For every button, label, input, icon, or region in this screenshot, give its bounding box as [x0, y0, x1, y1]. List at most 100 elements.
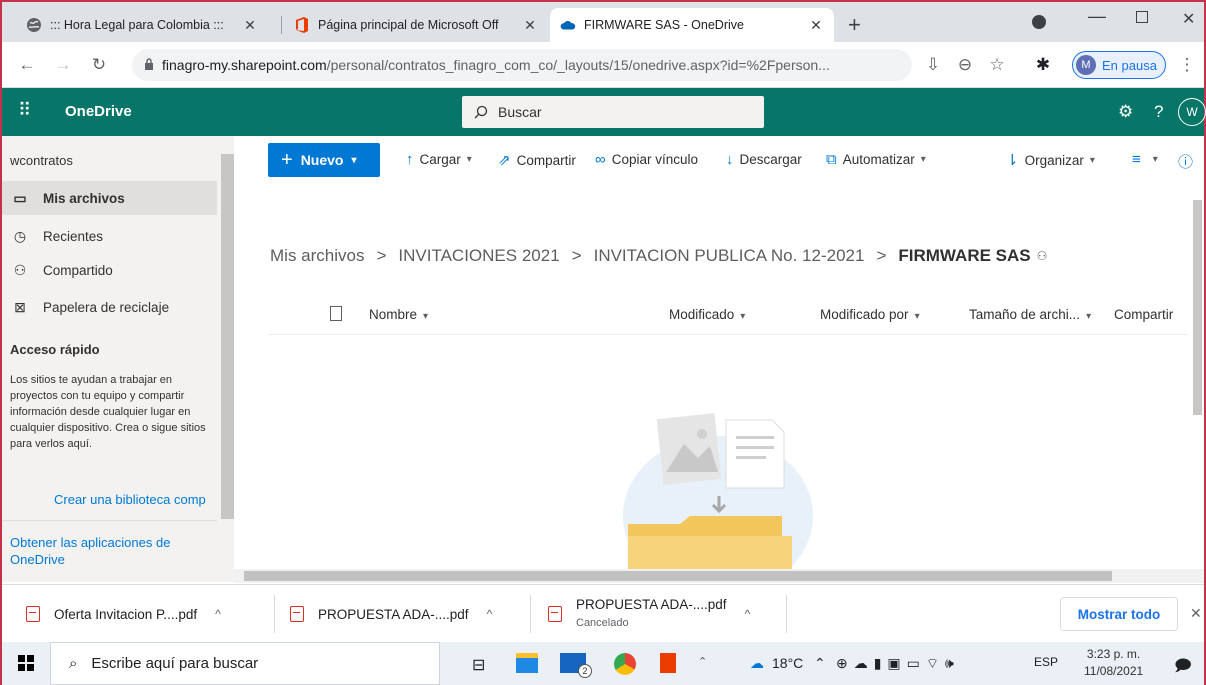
- app-launcher-icon[interactable]: ⠿: [18, 100, 31, 121]
- sort-button[interactable]: ⇂ Organizar ▾: [1006, 151, 1095, 169]
- profile-button[interactable]: M En pausa: [1072, 51, 1166, 79]
- horizontal-scrollbar[interactable]: [234, 569, 1204, 583]
- download-icon: ↓: [726, 151, 734, 168]
- scrollbar-thumb[interactable]: [1193, 200, 1202, 415]
- chrome-icon[interactable]: [614, 653, 636, 675]
- column-header-nombre[interactable]: Nombre ▾: [369, 307, 428, 322]
- chevron-up-icon[interactable]: ^: [745, 607, 751, 621]
- left-nav-scrollbar[interactable]: [219, 136, 234, 582]
- main-scrollbar[interactable]: [1190, 184, 1204, 569]
- zoom-icon[interactable]: ⊖: [952, 52, 978, 78]
- avatar: M: [1076, 55, 1096, 75]
- share-button[interactable]: ⇗ Compartir: [498, 151, 576, 169]
- people-icon: ⚇: [13, 261, 27, 278]
- download-item[interactable]: Oferta Invitacion P....pdf ^: [26, 585, 221, 643]
- clock[interactable]: 3:23 p. m. 11/08/2021: [1084, 646, 1143, 680]
- breadcrumb-item[interactable]: INVITACION PUBLICA No. 12-2021: [594, 246, 865, 266]
- download-item[interactable]: PROPUESTA ADA-....pdf ^: [290, 585, 492, 643]
- file-explorer-icon[interactable]: [516, 653, 538, 673]
- column-header-tamano[interactable]: Tamaño de archi... ▾: [969, 307, 1091, 322]
- nav-compartido[interactable]: ⚇ Compartido: [2, 253, 217, 287]
- chevron-down-icon: ▾: [423, 311, 429, 322]
- chevron-down-icon: ▾: [351, 154, 357, 166]
- browser-menu-icon[interactable]: ⋮: [1174, 52, 1200, 78]
- folder-icon: ▭: [13, 189, 27, 206]
- clock-date: 11/08/2021: [1084, 664, 1144, 678]
- chevron-right-icon: >: [571, 246, 582, 265]
- info-button[interactable]: ⓘ: [1178, 151, 1199, 172]
- app-name[interactable]: OneDrive: [65, 103, 132, 120]
- address-bar[interactable]: finagro-my.sharepoint.com/personal/contr…: [132, 49, 912, 81]
- lock-icon: [144, 57, 154, 73]
- chevron-down-icon: ▾: [1152, 154, 1158, 165]
- recycle-bin-icon: ⊠: [14, 298, 26, 315]
- pdf-icon: [26, 606, 40, 622]
- upload-button[interactable]: ↑ Cargar ▾: [406, 151, 472, 168]
- url-host: finagro-my.sharepoint.com: [162, 57, 327, 73]
- column-header-compartir[interactable]: Compartir: [1114, 307, 1173, 322]
- forward-icon[interactable]: →: [50, 52, 76, 78]
- taskbar-search[interactable]: ⌕ Escribe aquí para buscar: [50, 642, 440, 685]
- download-button[interactable]: ↓ Descargar: [726, 151, 802, 168]
- restore-icon[interactable]: [1136, 11, 1148, 23]
- chevron-up-icon[interactable]: ^: [487, 607, 493, 621]
- breadcrumb-item[interactable]: Mis archivos: [270, 246, 364, 266]
- pdf-icon: [290, 606, 304, 622]
- copy-link-button[interactable]: ∞ Copiar vínculo: [595, 151, 698, 168]
- nav-label: Papelera de reciclaje: [43, 299, 170, 315]
- help-icon[interactable]: ?: [1154, 102, 1163, 122]
- tab-hora-legal[interactable]: ::: Hora Legal para Colombia ::: ✕: [16, 8, 268, 42]
- windows-start-icon[interactable]: [18, 655, 34, 671]
- temperature[interactable]: 18°C: [772, 655, 803, 671]
- minimize-icon[interactable]: —: [1088, 6, 1106, 27]
- tab-firmware-onedrive[interactable]: FIRMWARE SAS - OneDrive ✕: [550, 8, 834, 42]
- input-language[interactable]: ESP: [1034, 655, 1058, 669]
- tab-search-icon[interactable]: [1032, 15, 1046, 29]
- column-header-modificado-por[interactable]: Modificado por ▾: [820, 307, 920, 322]
- create-library-link[interactable]: Crear una biblioteca comp: [54, 492, 206, 507]
- view-options-button[interactable]: ≡ ▾: [1132, 151, 1158, 168]
- close-tab-icon[interactable]: ✕: [808, 17, 824, 34]
- new-button[interactable]: + Nuevo ▾: [268, 143, 380, 177]
- download-filename: PROPUESTA ADA-....pdf: [576, 597, 727, 612]
- pdf-icon: [548, 606, 562, 622]
- system-tray-icons[interactable]: ⊕☁▮▣▭⌔🕪: [836, 655, 960, 673]
- nav-papelera[interactable]: ⊠ Papelera de reciclaje: [2, 290, 217, 324]
- scrollbar-thumb[interactable]: [244, 571, 1112, 581]
- chevron-up-icon[interactable]: ⌃: [698, 655, 707, 668]
- close-tab-icon[interactable]: ✕: [522, 17, 538, 34]
- plus-icon: +: [281, 148, 293, 171]
- account-avatar[interactable]: W: [1178, 98, 1206, 126]
- gear-icon[interactable]: ⚙: [1118, 102, 1133, 122]
- hidden-icons-icon[interactable]: ⌃: [814, 655, 826, 672]
- close-window-icon[interactable]: ✕: [1182, 9, 1195, 29]
- extensions-icon[interactable]: ✱: [1030, 52, 1056, 78]
- column-header-modificado[interactable]: Modificado ▾: [669, 307, 745, 322]
- nav-recientes[interactable]: ◷ Recientes: [2, 219, 217, 253]
- bookmark-star-icon[interactable]: ☆: [984, 52, 1010, 78]
- tab-separator: [281, 16, 282, 34]
- close-downloads-icon[interactable]: ✕: [1190, 605, 1202, 622]
- notifications-icon[interactable]: 🗩: [1174, 655, 1192, 682]
- nav-mis-archivos[interactable]: ▭ Mis archivos: [2, 181, 217, 215]
- scrollbar-thumb[interactable]: [221, 154, 234, 519]
- automate-button[interactable]: ⧉ Automatizar ▾: [826, 151, 926, 168]
- get-apps-link[interactable]: Obtener las aplicaciones de OneDrive: [10, 534, 190, 568]
- search-input[interactable]: Buscar: [462, 96, 764, 128]
- download-filename: PROPUESTA ADA-....pdf: [318, 606, 469, 622]
- share-icon: ⇗: [498, 152, 511, 169]
- back-icon[interactable]: ←: [14, 52, 40, 78]
- breadcrumb-item[interactable]: INVITACIONES 2021: [398, 246, 559, 266]
- breadcrumb-current: FIRMWARE SAS: [898, 246, 1031, 265]
- file-list-area: Mis archivos > INVITACIONES 2021 > INVIT…: [234, 184, 1190, 569]
- close-tab-icon[interactable]: ✕: [242, 17, 258, 34]
- download-item[interactable]: PROPUESTA ADA-....pdf Cancelado ^: [548, 585, 750, 643]
- office-taskbar-icon[interactable]: [660, 653, 676, 673]
- new-tab-button[interactable]: +: [848, 12, 861, 38]
- chevron-up-icon[interactable]: ^: [215, 607, 221, 621]
- install-app-icon[interactable]: ⇩: [920, 52, 946, 78]
- show-all-downloads-button[interactable]: Mostrar todo: [1060, 597, 1178, 631]
- reload-icon[interactable]: ↻: [86, 52, 112, 78]
- task-view-icon[interactable]: ⊟: [472, 655, 485, 675]
- tab-microsoft-office[interactable]: Página principal de Microsoft Off ✕: [284, 8, 548, 42]
